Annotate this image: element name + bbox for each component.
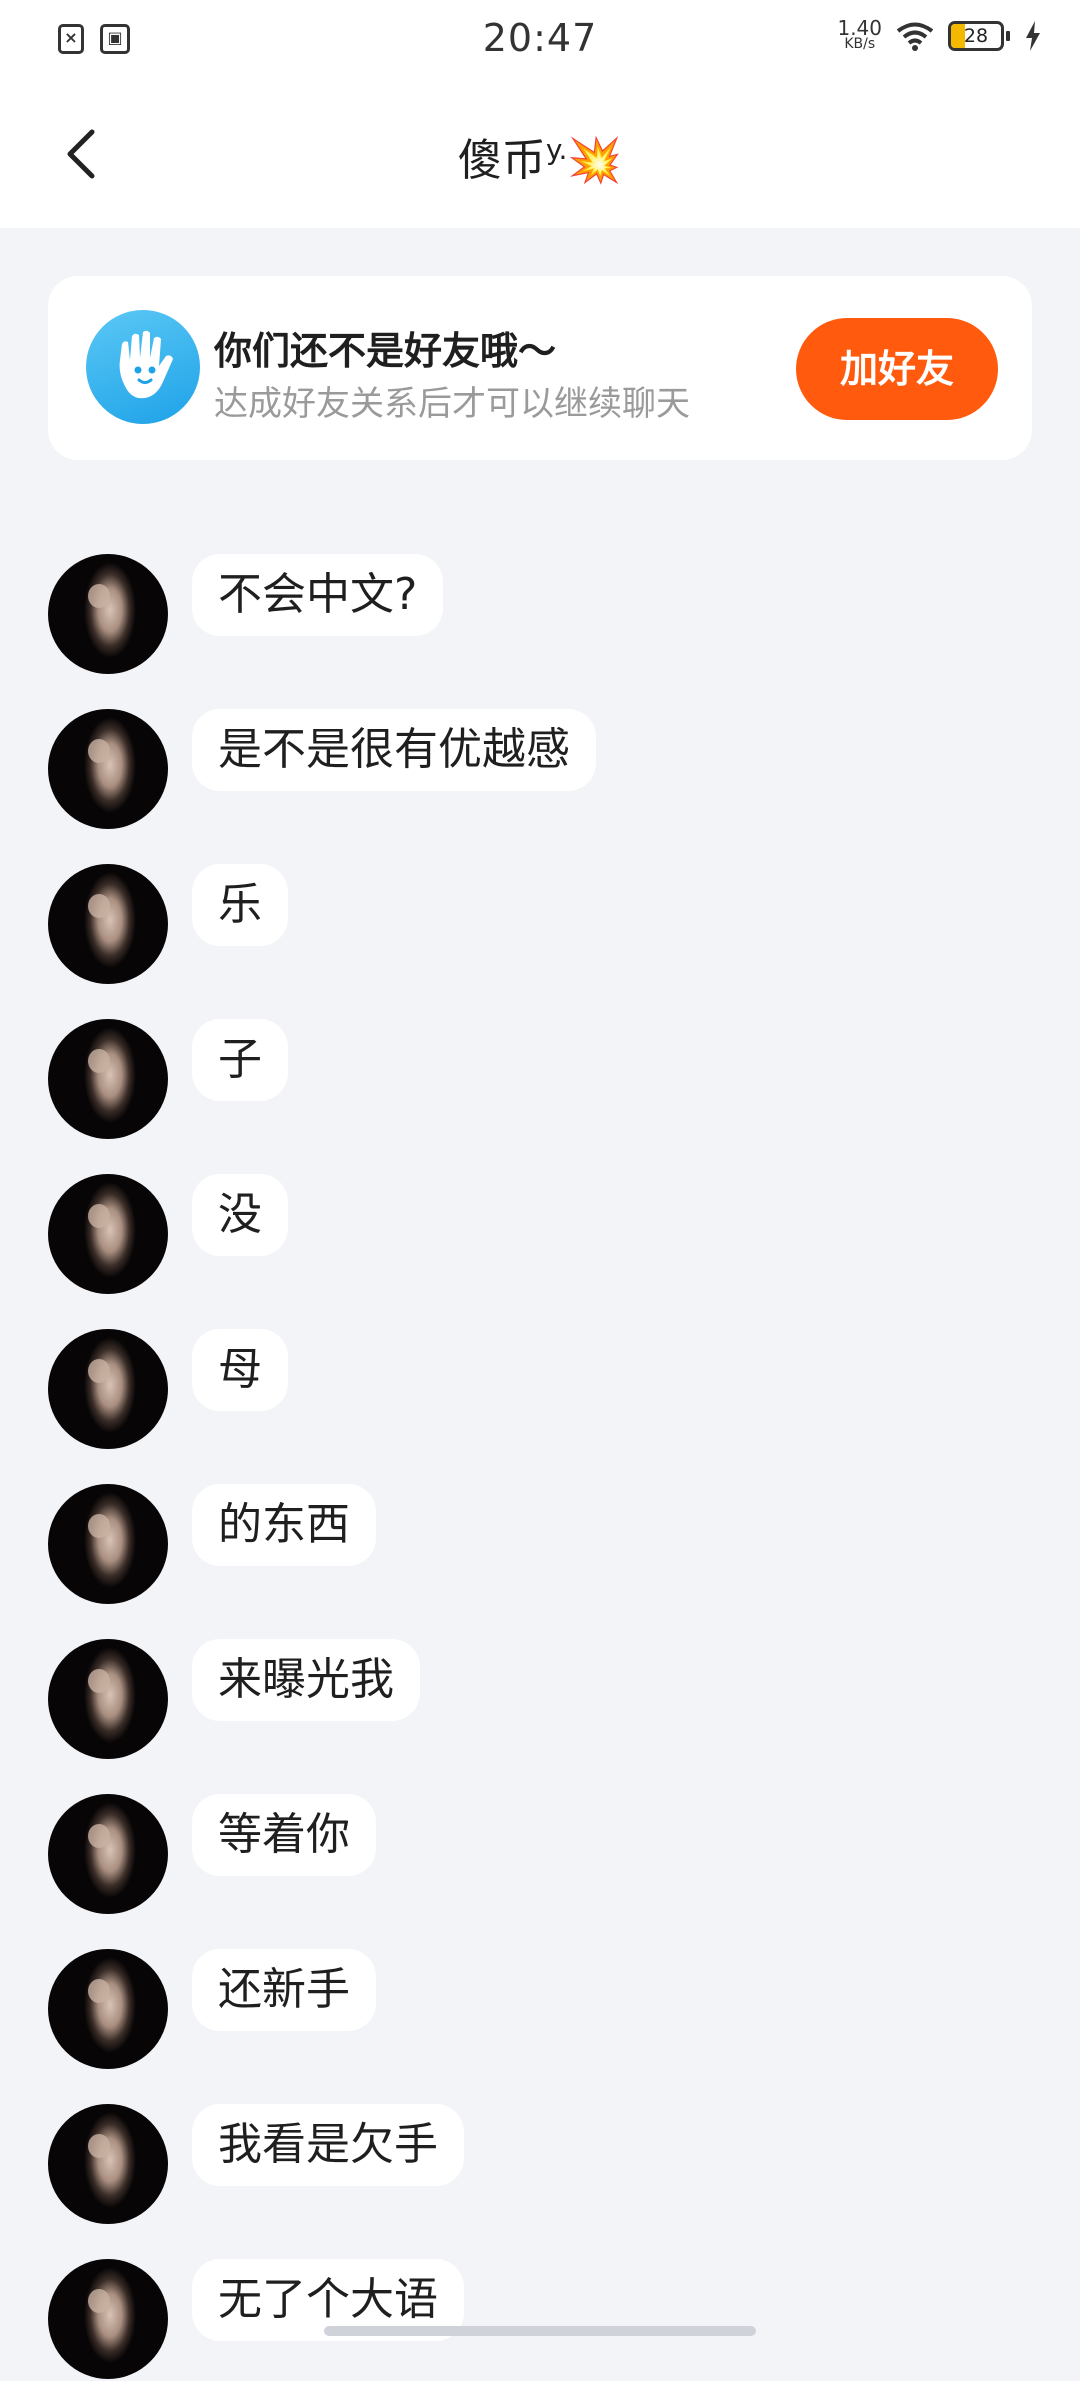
sender-avatar[interactable]	[48, 1484, 168, 1604]
sender-avatar[interactable]	[48, 1329, 168, 1449]
sender-avatar[interactable]	[48, 1639, 168, 1759]
sender-avatar[interactable]	[48, 709, 168, 829]
sender-avatar[interactable]	[48, 554, 168, 674]
sender-avatar[interactable]	[48, 2104, 168, 2224]
message-item: 不会中文?	[48, 554, 1028, 676]
battery-icon: 28	[948, 21, 1004, 51]
message-bubble[interactable]: 母	[192, 1329, 288, 1411]
chat-title: 傻币y.💥	[0, 124, 1080, 188]
message-bubble[interactable]: 等着你	[192, 1794, 376, 1876]
friend-prompt-card: 你们还不是好友哦～ 达成好友关系后才可以继续聊天 加好友	[48, 276, 1032, 460]
chat-header: 傻币y.💥	[0, 84, 1080, 228]
sender-avatar[interactable]	[48, 2259, 168, 2379]
message-bubble[interactable]: 没	[192, 1174, 288, 1256]
chat-title-suffix: y.	[545, 133, 568, 166]
chat-title-name: 傻币	[457, 135, 546, 186]
add-friend-button[interactable]: 加好友	[796, 318, 998, 420]
message-item: 无了个大语	[48, 2259, 1028, 2381]
message-item: 是不是很有优越感	[48, 709, 1028, 831]
message-bubble[interactable]: 子	[192, 1019, 288, 1101]
sender-avatar[interactable]	[48, 1174, 168, 1294]
network-speed: 1.40 KB/s	[837, 16, 882, 52]
home-indicator[interactable]	[324, 2326, 756, 2336]
message-bubble[interactable]: 乐	[192, 864, 288, 946]
message-bubble[interactable]: 我看是欠手	[192, 2104, 464, 2186]
message-item: 我看是欠手	[48, 2104, 1028, 2226]
message-item: 母	[48, 1329, 1028, 1451]
message-item: 没	[48, 1174, 1028, 1296]
friend-prompt-title: 你们还不是好友哦～	[214, 329, 557, 373]
network-speed-value: 1.40	[837, 16, 882, 40]
chat-title-emoji: 💥	[567, 135, 623, 186]
message-bubble[interactable]: 来曝光我	[192, 1639, 420, 1721]
message-item: 的东西	[48, 1484, 1028, 1606]
battery-cap	[1006, 31, 1010, 41]
message-bubble[interactable]: 还新手	[192, 1949, 376, 2031]
message-item: 还新手	[48, 1949, 1028, 2071]
message-item: 乐	[48, 864, 1028, 986]
message-bubble[interactable]: 是不是很有优越感	[192, 709, 596, 791]
message-item: 等着你	[48, 1794, 1028, 1916]
battery-level: 28	[963, 25, 989, 47]
sender-avatar[interactable]	[48, 1019, 168, 1139]
status-bar: × ▣ 20:47 1.40 KB/s 28	[0, 0, 1080, 84]
wave-hand-icon	[86, 310, 200, 424]
friend-prompt-subtitle: 达成好友关系后才可以继续聊天	[214, 384, 690, 424]
sender-avatar[interactable]	[48, 1949, 168, 2069]
message-item: 子	[48, 1019, 1028, 1141]
wifi-icon	[896, 22, 934, 51]
message-item: 来曝光我	[48, 1639, 1028, 1761]
message-bubble[interactable]: 不会中文?	[192, 554, 444, 636]
message-bubble[interactable]: 的东西	[192, 1484, 376, 1566]
sender-avatar[interactable]	[48, 1794, 168, 1914]
sender-avatar[interactable]	[48, 864, 168, 984]
charging-icon	[1026, 21, 1040, 51]
status-right-icons: 1.40 KB/s 28	[837, 16, 1042, 52]
